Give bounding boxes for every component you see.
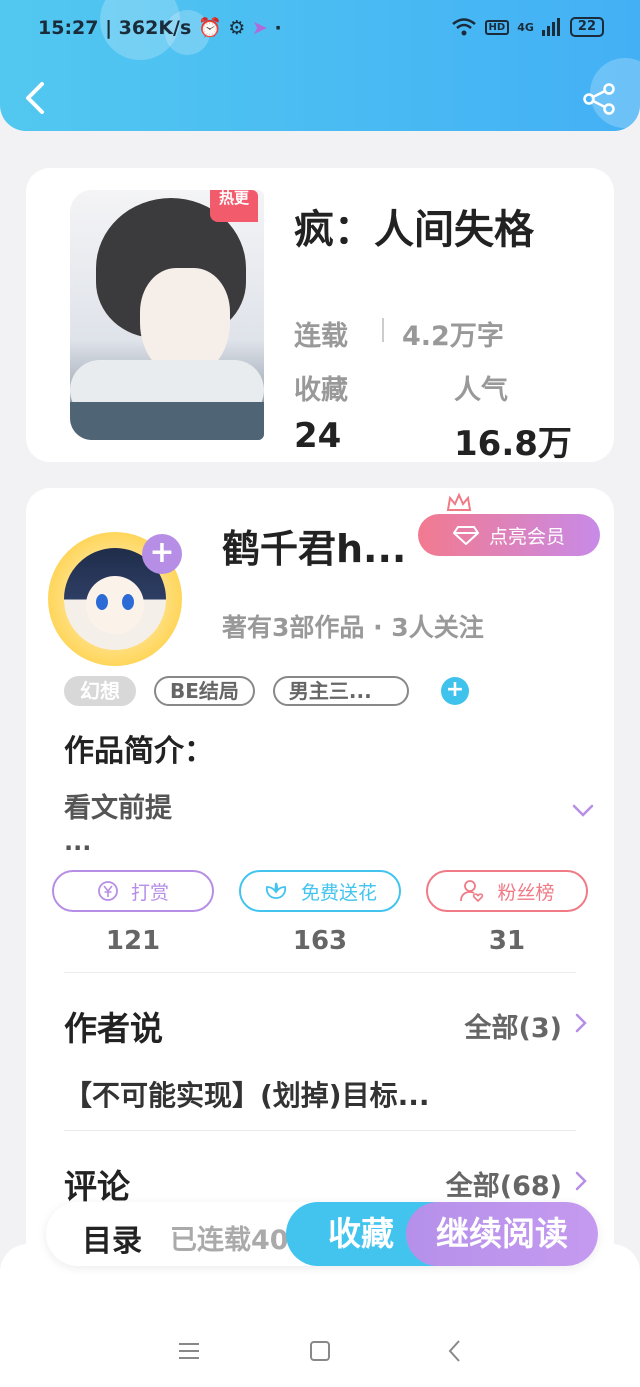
intro-ellipsis: ... bbox=[64, 828, 92, 856]
divider bbox=[382, 318, 384, 342]
comments-title: 评论 bbox=[64, 1167, 130, 1206]
popularity-value: 16.8万 bbox=[454, 424, 572, 464]
divider bbox=[64, 1130, 576, 1131]
menu-icon[interactable] bbox=[174, 1336, 204, 1366]
send-flower-label: 免费送花 bbox=[300, 881, 377, 904]
avatar-face bbox=[86, 576, 144, 634]
author-detail-card: + 鹤千君h... 点亮会员 著有3部作品 · 3人关注 幻想 BE结局 男主三… bbox=[26, 488, 614, 1288]
favorites-label: 收藏 bbox=[294, 375, 348, 406]
chevron-right-icon[interactable] bbox=[574, 1012, 588, 1034]
fan-ranking-label: 粉丝榜 bbox=[497, 881, 555, 904]
battery-indicator: 22 bbox=[569, 17, 604, 37]
book-title: 疯：人间失格 bbox=[294, 207, 534, 253]
crown-icon bbox=[446, 492, 472, 511]
add-tag-button[interactable]: + bbox=[440, 677, 469, 705]
tag-item[interactable]: BE结局 bbox=[154, 676, 255, 706]
dot-icon: · bbox=[274, 17, 282, 39]
comments-all-link[interactable]: 全部(68) bbox=[446, 1164, 562, 1203]
network-type: 4G bbox=[517, 20, 534, 34]
user-heart-icon bbox=[460, 880, 484, 903]
author-says-all-link[interactable]: 全部(3) bbox=[465, 1006, 562, 1045]
author-name[interactable]: 鹤千君h... bbox=[222, 518, 422, 573]
table-of-contents-button[interactable]: 目录 bbox=[82, 1216, 142, 1260]
continue-reading-button[interactable]: 继续阅读 bbox=[406, 1202, 598, 1266]
wifi-icon bbox=[451, 18, 476, 36]
status-right: HD 4G 22 bbox=[451, 17, 604, 37]
status-time: 15:27 | 362K/s ⏰ ⚙ ➤ · bbox=[38, 16, 282, 39]
bottom-action-bar: 目录 已连载40 收藏 继续阅读 bbox=[46, 1202, 598, 1266]
flower-count: 163 bbox=[292, 926, 348, 956]
tag-item[interactable]: 男主三... bbox=[272, 676, 409, 706]
system-back-icon[interactable] bbox=[440, 1336, 470, 1366]
status-separator: | bbox=[105, 17, 119, 39]
vip-button-label: 点亮会员 bbox=[488, 525, 565, 548]
author-meta: 著有3部作品 · 3人关注 bbox=[222, 613, 484, 642]
intro-title: 作品简介： bbox=[64, 734, 214, 769]
hd-icon: HD bbox=[484, 19, 510, 35]
share-icon[interactable] bbox=[582, 82, 616, 116]
tag-item[interactable]: 幻想 bbox=[64, 676, 136, 706]
favorites-value: 24 bbox=[294, 416, 342, 456]
fan-ranking-button[interactable]: 粉丝榜 bbox=[426, 870, 588, 912]
divider bbox=[64, 972, 576, 973]
header-bar: 15:27 | 362K/s ⏰ ⚙ ➤ · HD 4G 22 bbox=[0, 0, 640, 131]
cover-art bbox=[70, 402, 264, 440]
tag-list: 幻想 BE结局 男主三... + bbox=[64, 676, 469, 706]
author-says-title: 作者说 bbox=[64, 1009, 163, 1048]
tip-button-label: 打赏 bbox=[130, 881, 169, 904]
popularity-label: 人气 bbox=[454, 375, 508, 406]
flower-icon bbox=[265, 882, 287, 899]
time-text: 15:27 bbox=[38, 17, 99, 39]
back-arrow-icon[interactable] bbox=[20, 78, 50, 118]
vip-membership-button[interactable]: 点亮会员 bbox=[418, 514, 600, 556]
app-arrow-icon: ➤ bbox=[251, 17, 268, 39]
signal-icon bbox=[541, 18, 560, 36]
intro-text: 看文前提 bbox=[64, 793, 172, 824]
avatar-eye bbox=[96, 594, 108, 610]
author-says-text[interactable]: 【不可能实现】(划掉)目标... bbox=[64, 1074, 430, 1114]
send-flower-button[interactable]: 免费送花 bbox=[239, 870, 401, 912]
follow-plus-button[interactable]: + bbox=[142, 534, 182, 574]
tip-count: 121 bbox=[105, 926, 161, 956]
hot-update-badge: 热更 bbox=[210, 190, 258, 222]
yen-coin-icon bbox=[98, 881, 118, 901]
fan-count: 31 bbox=[488, 926, 526, 956]
word-count: 4.2万字 bbox=[402, 321, 504, 352]
serial-status: 连载 bbox=[294, 321, 348, 352]
book-info-card: 热更 疯：人间失格 连载 4.2万字 收藏 人气 24 16.8万 bbox=[26, 168, 614, 464]
chevron-right-icon[interactable] bbox=[574, 1170, 588, 1192]
serial-chapter-count: 已连载40 bbox=[170, 1225, 289, 1256]
chevron-down-icon[interactable] bbox=[570, 800, 596, 820]
system-navigation-bar bbox=[0, 1314, 640, 1387]
status-bar: 15:27 | 362K/s ⏰ ⚙ ➤ · HD 4G 22 bbox=[0, 0, 640, 60]
book-cover-image[interactable] bbox=[70, 190, 264, 440]
settings-gear-icon: ⚙ bbox=[228, 17, 246, 39]
avatar-eye bbox=[122, 594, 134, 610]
alarm-icon: ⏰ bbox=[197, 17, 222, 39]
home-square-icon[interactable] bbox=[305, 1336, 335, 1366]
diamond-icon bbox=[452, 526, 479, 545]
network-speed: 362K/s bbox=[118, 17, 192, 39]
tip-button[interactable]: 打赏 bbox=[52, 870, 214, 912]
